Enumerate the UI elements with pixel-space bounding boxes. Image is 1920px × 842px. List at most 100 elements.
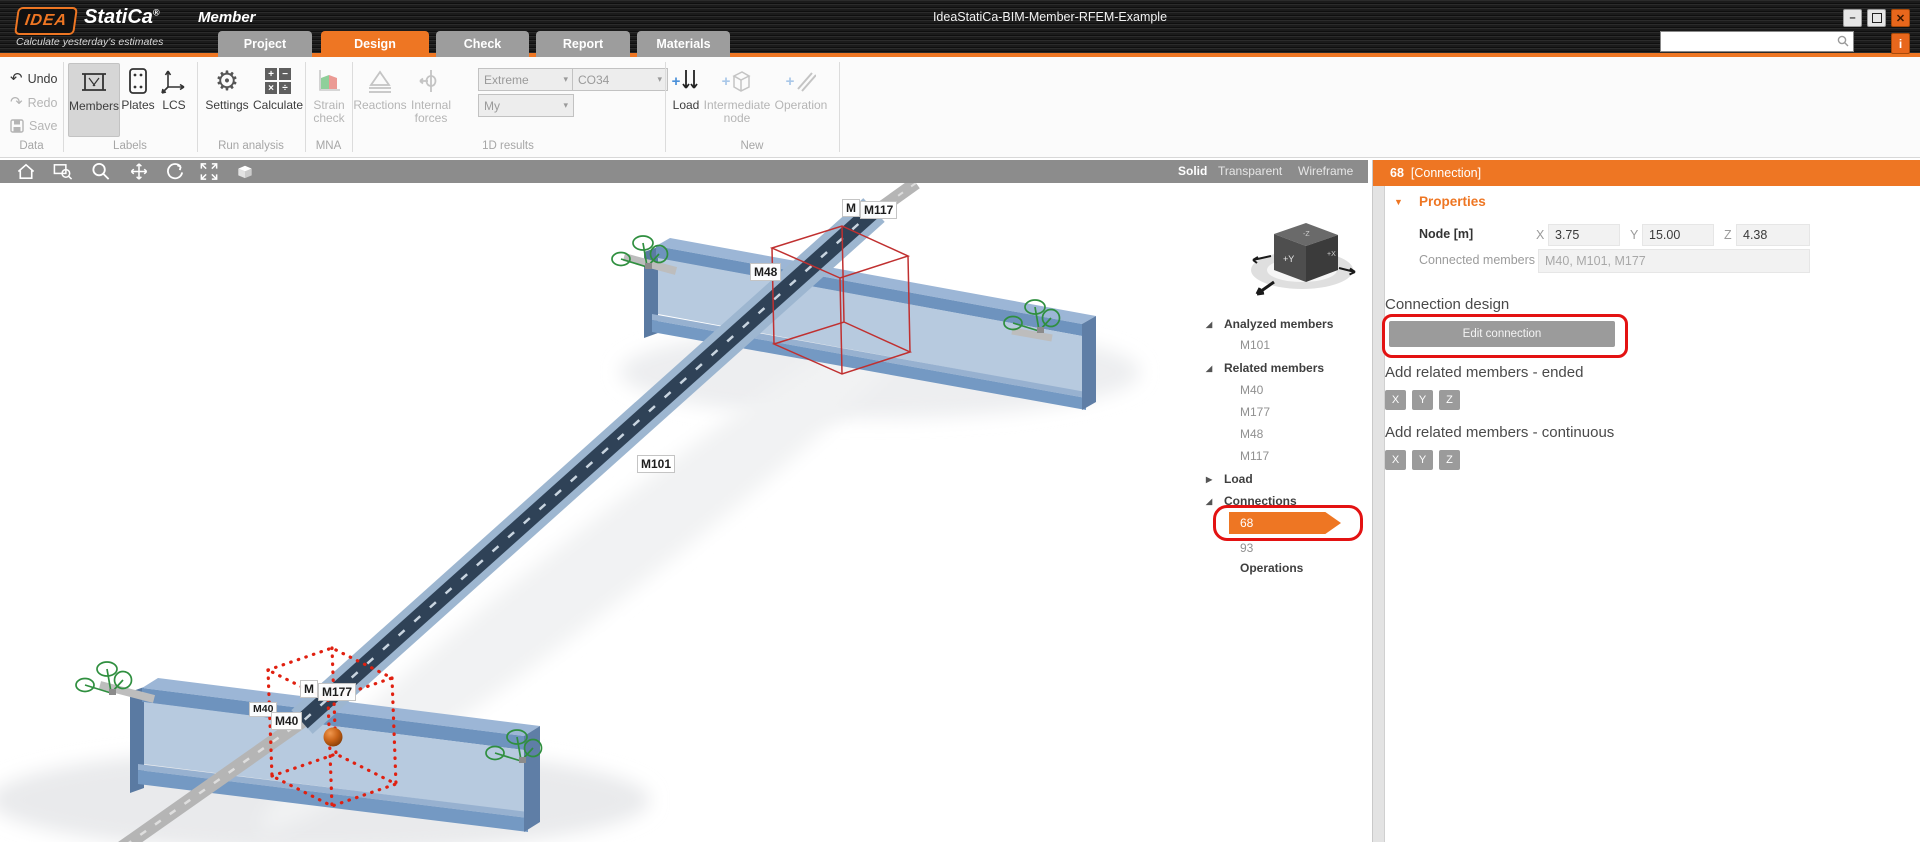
lcs-button[interactable]: LCS xyxy=(157,63,191,135)
undo-button[interactable]: ↶ Undo xyxy=(10,72,57,86)
navigation-cube[interactable]: +Y -Z +X xyxy=(1243,206,1361,298)
expander-icon[interactable]: ◢ xyxy=(1206,497,1224,506)
ribbon-separator xyxy=(665,62,666,152)
intermediate-node-button[interactable]: + Intermediate node xyxy=(706,63,768,145)
info-button[interactable]: i xyxy=(1891,33,1910,54)
add-continuous-z-button[interactable]: Z xyxy=(1439,450,1460,470)
tree-item-m101[interactable]: M101 xyxy=(1240,338,1270,352)
member-label-m101[interactable]: M101 xyxy=(637,455,675,473)
expander-icon[interactable]: ◢ xyxy=(1206,364,1224,373)
pan-icon[interactable] xyxy=(128,161,150,182)
add-ended-y-button[interactable]: Y xyxy=(1412,390,1433,410)
reactions-icon xyxy=(366,63,394,99)
tab-materials[interactable]: Materials xyxy=(637,31,730,57)
member-marker-label[interactable]: M xyxy=(842,199,860,217)
search-box[interactable] xyxy=(1660,31,1854,52)
title-bar: IDEA StatiCa® Member Calculate yesterday… xyxy=(0,0,1920,57)
member-label-m40[interactable]: M40 xyxy=(271,712,302,730)
combination-dropdown[interactable]: CO34 ▾ xyxy=(572,68,668,91)
view-mode-wireframe[interactable]: Wireframe xyxy=(1298,164,1353,178)
calculate-icon: +− ×÷ xyxy=(265,63,291,99)
add-ended-x-button[interactable]: X xyxy=(1385,390,1406,410)
tree-item-connection-93[interactable]: 93 xyxy=(1240,541,1253,555)
x-coord-field[interactable]: 3.75 xyxy=(1548,224,1620,246)
zoom-fit-icon[interactable] xyxy=(198,161,220,182)
view-mode-transparent[interactable]: Transparent xyxy=(1218,164,1282,178)
search-input[interactable] xyxy=(1663,32,1835,51)
collapse-properties-icon[interactable]: ▼ xyxy=(1394,197,1403,207)
connection-node-sphere[interactable] xyxy=(324,728,343,747)
tree-operations[interactable]: Operations xyxy=(1240,561,1303,575)
expander-icon[interactable]: ▶ xyxy=(1206,475,1224,484)
idea-logo: IDEA xyxy=(14,7,78,35)
connection-id: 68 xyxy=(1390,166,1404,180)
rotate-icon[interactable] xyxy=(164,161,186,182)
solid-box-icon[interactable] xyxy=(234,161,256,182)
extreme-dropdown[interactable]: Extreme ▾ xyxy=(478,68,574,91)
close-button[interactable]: ✕ xyxy=(1891,9,1910,27)
operation-button[interactable]: + Operation xyxy=(772,63,830,135)
minimize-button[interactable]: – xyxy=(1843,9,1862,27)
strain-check-button[interactable]: Strain check xyxy=(308,63,350,135)
y-coord-label: Y xyxy=(1630,228,1638,242)
logo-statica-text: StatiCa® xyxy=(84,6,160,29)
tab-report[interactable]: Report xyxy=(536,31,630,57)
viewport-3d-scene[interactable] xyxy=(0,183,1372,842)
save-button[interactable]: Save xyxy=(10,119,58,133)
plates-button[interactable]: Plates xyxy=(121,63,155,135)
home-view-icon[interactable] xyxy=(15,161,37,182)
my-dropdown[interactable]: My ▾ xyxy=(478,94,574,117)
add-continuous-x-button[interactable]: X xyxy=(1385,450,1406,470)
annotation-ring-edit-connection xyxy=(1382,314,1628,358)
tree-related-members[interactable]: ◢ Related members xyxy=(1206,361,1324,375)
member-marker-label[interactable]: M xyxy=(300,680,318,698)
undo-icon: ↶ xyxy=(10,73,23,85)
registered-mark: ® xyxy=(153,7,160,17)
tab-check[interactable]: Check xyxy=(436,31,529,57)
tree-load[interactable]: ▶ Load xyxy=(1206,472,1253,486)
tree-analyzed-members[interactable]: ◢ Analyzed members xyxy=(1206,317,1333,331)
y-coord-field[interactable]: 15.00 xyxy=(1642,224,1714,246)
add-ended-z-button[interactable]: Z xyxy=(1439,390,1460,410)
member-label-m117[interactable]: M117 xyxy=(860,201,897,219)
members-button[interactable]: Members xyxy=(68,63,120,137)
internal-forces-icon xyxy=(417,63,445,99)
zoom-icon[interactable] xyxy=(90,161,112,182)
settings-button[interactable]: ⚙ Settings xyxy=(204,63,250,135)
redo-button[interactable]: ↷ Redo xyxy=(10,96,57,110)
expander-icon[interactable]: ◢ xyxy=(1206,320,1224,329)
tree-item-m48[interactable]: M48 xyxy=(1240,427,1263,441)
tab-design[interactable]: Design xyxy=(321,31,429,57)
properties-section-title[interactable]: Properties xyxy=(1419,194,1486,209)
z-coord-field[interactable]: 4.38 xyxy=(1736,224,1810,246)
maximize-button[interactable] xyxy=(1867,9,1886,27)
member-label-m48[interactable]: M48 xyxy=(750,263,781,281)
load-button[interactable]: + Load xyxy=(668,63,704,135)
view-mode-solid[interactable]: Solid xyxy=(1178,164,1207,178)
load-icon: + xyxy=(672,63,701,99)
gear-icon: ⚙ xyxy=(215,63,239,99)
viewport-toolbar: Solid Transparent Wireframe xyxy=(0,160,1368,183)
members-ibeam-icon xyxy=(80,64,108,100)
intermediate-node-icon: + xyxy=(722,63,753,99)
connection-design-title: Connection design xyxy=(1385,296,1509,313)
zoom-window-icon[interactable] xyxy=(52,161,74,182)
add-continuous-y-button[interactable]: Y xyxy=(1412,450,1433,470)
tree-item-m117[interactable]: M117 xyxy=(1240,449,1269,463)
tree-item-m40[interactable]: M40 xyxy=(1240,383,1263,397)
calculate-button[interactable]: +− ×÷ Calculate xyxy=(252,63,304,135)
search-icon xyxy=(1837,35,1849,47)
logo-idea-text: IDEA xyxy=(24,12,69,30)
group-label-run-analysis: Run analysis xyxy=(197,140,305,152)
svg-text:+X: +X xyxy=(1327,251,1336,258)
group-label-data: Data xyxy=(4,140,59,152)
brand-tagline: Calculate yesterday's estimates xyxy=(16,36,163,48)
lcs-axes-icon xyxy=(160,63,188,99)
internal-forces-button[interactable]: Internal forces xyxy=(403,63,459,135)
chevron-down-icon: ▾ xyxy=(563,100,568,111)
save-icon xyxy=(10,119,24,133)
tab-project[interactable]: Project xyxy=(218,31,312,57)
reactions-button[interactable]: Reactions xyxy=(358,63,402,135)
tree-item-m177[interactable]: M177 xyxy=(1240,405,1270,419)
member-label-m177[interactable]: M177 xyxy=(318,683,356,701)
